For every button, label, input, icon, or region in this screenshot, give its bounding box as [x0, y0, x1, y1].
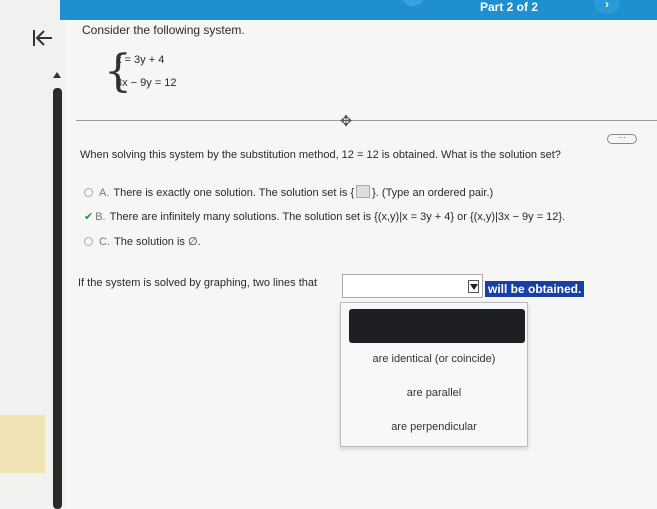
- scroll-up-icon[interactable]: [53, 72, 61, 78]
- option-c[interactable]: C. The solution is ∅.: [84, 235, 201, 248]
- divider: [76, 120, 657, 121]
- equation-1: x = 3y + 4: [116, 54, 165, 66]
- question-text: When solving this system by the substitu…: [80, 149, 561, 161]
- more-options-button[interactable]: ···: [607, 134, 637, 144]
- left-rail: [0, 0, 62, 509]
- option-perpendicular[interactable]: are perpendicular: [341, 421, 527, 433]
- checkmark-icon: ✔: [84, 211, 94, 223]
- chevron-right-icon: ›: [605, 0, 609, 11]
- option-b[interactable]: ✔ B. There are infinitely many solutions. …: [84, 210, 565, 223]
- radio-c[interactable]: [84, 237, 93, 246]
- side-panel-edge: [0, 415, 45, 473]
- option-identical[interactable]: are identical (or coincide): [341, 353, 527, 365]
- radio-a[interactable]: [84, 188, 93, 197]
- equation-system: { x = 3y + 4 3x − 9y = 12: [104, 50, 194, 96]
- graph-tail-text: will be obtained.: [485, 281, 585, 297]
- dropdown-arrow-icon[interactable]: [468, 280, 479, 293]
- part-label: Part 2 of 2: [480, 0, 539, 14]
- top-bar: Part 2 of 2 ›: [60, 0, 657, 20]
- dropdown-blank-option[interactable]: [349, 309, 525, 343]
- prev-part-button[interactable]: [402, 0, 424, 6]
- scrollbar[interactable]: [53, 88, 62, 509]
- option-parallel[interactable]: are parallel: [341, 387, 527, 399]
- equation-2: 3x − 9y = 12: [116, 77, 177, 89]
- option-a[interactable]: A. There is exactly one solution. The sol…: [84, 185, 493, 199]
- answer-input[interactable]: [356, 185, 371, 198]
- back-to-start-icon[interactable]: [32, 28, 54, 48]
- move-icon[interactable]: ✥: [336, 113, 356, 131]
- graph-question: If the system is solved by graphing, two…: [78, 277, 318, 289]
- lines-dropdown[interactable]: [342, 274, 483, 298]
- problem-intro: Consider the following system.: [82, 23, 245, 37]
- next-part-button[interactable]: ›: [594, 0, 620, 14]
- dropdown-menu: are identical (or coincide) are parallel…: [340, 302, 528, 447]
